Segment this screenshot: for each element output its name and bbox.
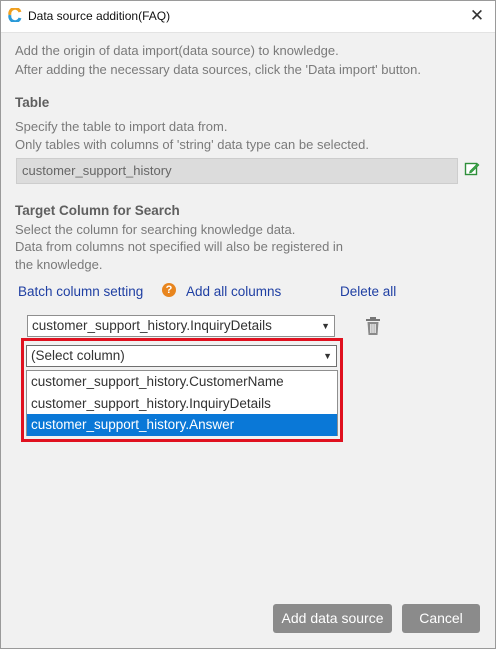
close-button[interactable]: ✕ [463, 3, 491, 29]
add-all-columns-link[interactable]: Add all columns [186, 284, 281, 299]
dialog-window: Data source addition(FAQ) ✕ Add the orig… [0, 0, 496, 649]
help-icon[interactable]: ? [162, 283, 176, 297]
cancel-button[interactable]: Cancel [402, 604, 480, 633]
intro-line-1: Add the origin of data import(data sourc… [15, 43, 339, 58]
batch-column-setting-link[interactable]: Batch column setting [18, 284, 143, 299]
target-desc-line-2: Data from columns not specified will als… [15, 239, 344, 254]
add-data-source-button[interactable]: Add data source [273, 604, 392, 633]
table-desc-line-2: Only tables with columns of 'string' dat… [15, 137, 369, 152]
table-heading: Table [15, 95, 50, 110]
target-desc-line-3: the knowledge. [15, 257, 103, 272]
edit-icon[interactable] [464, 161, 480, 177]
target-column-heading: Target Column for Search [15, 203, 180, 218]
column-select-1-value: customer_support_history.InquiryDetails [32, 318, 272, 333]
chevron-down-icon: ▼ [321, 321, 330, 331]
trash-icon[interactable] [364, 316, 382, 336]
intro-line-2: After adding the necessary data sources,… [15, 62, 422, 77]
chevron-down-icon: ▼ [323, 351, 332, 361]
app-logo-icon [8, 8, 22, 22]
dropdown-option-answer[interactable]: customer_support_history.Answer [27, 414, 337, 436]
window-title: Data source addition(FAQ) [28, 9, 171, 23]
column-select-1[interactable]: customer_support_history.InquiryDetails … [27, 315, 335, 337]
new-column-select-value: (Select column) [31, 348, 125, 363]
title-bar: Data source addition(FAQ) ✕ [1, 1, 495, 33]
dropdown-option-customername[interactable]: customer_support_history.CustomerName [27, 371, 337, 393]
table-name-field: customer_support_history [16, 158, 458, 184]
column-dropdown-list: customer_support_history.CustomerName cu… [26, 370, 338, 436]
delete-all-link[interactable]: Delete all [340, 284, 396, 299]
new-column-select[interactable]: (Select column) ▼ [26, 345, 337, 367]
table-desc-line-1: Specify the table to import data from. [15, 119, 228, 134]
dropdown-option-inquirydetails[interactable]: customer_support_history.InquiryDetails [27, 393, 337, 415]
